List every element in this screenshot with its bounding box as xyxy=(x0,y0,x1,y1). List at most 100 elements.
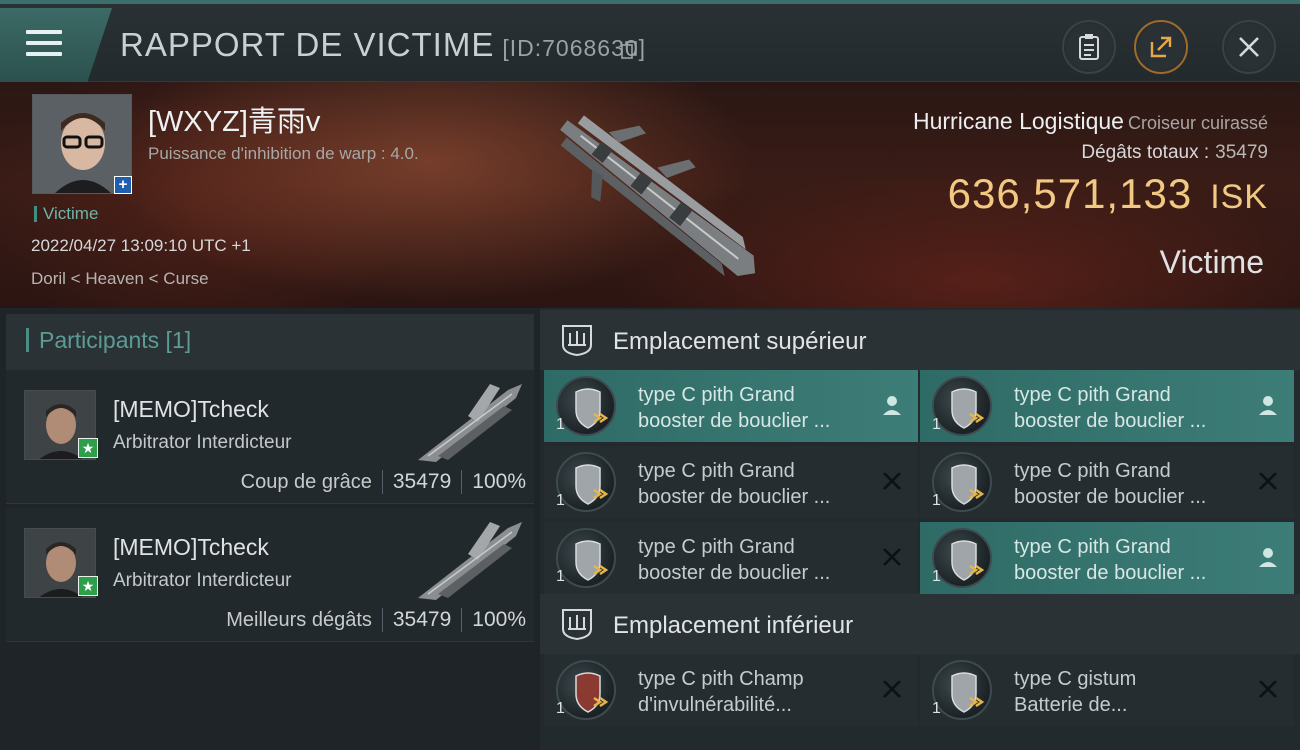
participant-percent: 100% xyxy=(472,608,526,631)
module-icon xyxy=(932,452,992,512)
person-icon xyxy=(1256,393,1280,417)
clipboard-icon xyxy=(1079,34,1099,60)
total-damage-value: 35479 xyxy=(1215,142,1268,163)
module-slot[interactable]: 1 type C pith Grand booster de bouclier ..… xyxy=(920,370,1294,442)
victim-location[interactable]: Doril < Heaven < Curse xyxy=(31,269,209,289)
destroyed-x-icon xyxy=(880,677,904,701)
module-name-line2: Batterie de... xyxy=(1014,694,1128,716)
participant-name[interactable]: [MEMO]Tcheck xyxy=(113,534,269,561)
close-icon xyxy=(1239,37,1259,57)
module-icon xyxy=(556,376,616,436)
module-name-line1: type C pith Grand xyxy=(638,384,795,406)
victim-role-tag: Victime xyxy=(34,205,98,222)
isk-amount: 636,571,133 xyxy=(947,170,1193,217)
top-bar: RAPPORT DE VICTIME [ID:7068630] xyxy=(0,0,1300,82)
module-slot[interactable]: 1 type C pith Grand booster de bouclier ..… xyxy=(920,446,1294,518)
participant-row[interactable]: ★ [MEMO]Tcheck Arbitrator Interdicteur C… xyxy=(6,370,534,504)
module-name: type C pith Grand booster de bouclier ... xyxy=(638,534,858,586)
module-name: type C pith Grand booster de bouclier ... xyxy=(638,458,858,510)
module-quantity: 1 xyxy=(932,568,941,585)
module-name: type C pith Champ d'invulnérabilité... xyxy=(638,666,858,718)
divider xyxy=(461,608,463,632)
module-quantity: 1 xyxy=(556,700,565,717)
participant-name[interactable]: [MEMO]Tcheck xyxy=(113,396,269,423)
destroyed-x-icon xyxy=(1256,677,1280,701)
participant-stats: Meilleurs dégâts 35479 100% xyxy=(226,608,526,632)
participants-title: Participants [1] xyxy=(26,328,191,352)
participant-ship-image xyxy=(418,384,522,462)
module-slot[interactable]: 1 type C pith Grand booster de bouclier ..… xyxy=(920,522,1294,594)
clipboard-button[interactable] xyxy=(1062,20,1116,74)
participants-panel: Participants [1] ★ [MEMO]Tcheck Arbitrat… xyxy=(0,308,540,750)
module-slot[interactable]: 1 type C pith Grand booster de bouclier ..… xyxy=(544,446,918,518)
participant-row[interactable]: ★ [MEMO]Tcheck Arbitrator Interdicteur M… xyxy=(6,508,534,642)
divider xyxy=(381,608,383,632)
share-button[interactable] xyxy=(1134,20,1188,74)
ship-image xyxy=(560,115,756,277)
module-name: type C pith Grand booster de bouclier ... xyxy=(1014,382,1234,434)
isk-unit: ISK xyxy=(1210,178,1268,216)
module-name: type C gistum Batterie de... xyxy=(1014,666,1234,718)
module-name: type C pith Grand booster de bouclier ... xyxy=(638,382,858,434)
destroyed-x-icon xyxy=(880,469,904,493)
module-name: type C pith Grand booster de bouclier ... xyxy=(1014,458,1234,510)
module-icon xyxy=(932,660,992,720)
victim-datetime: 2022/04/27 13:09:10 UTC +1 xyxy=(31,236,251,255)
close-button[interactable] xyxy=(1222,20,1276,74)
participant-ship: Arbitrator Interdicteur xyxy=(113,570,292,591)
participant-stats: Coup de grâce 35479 100% xyxy=(241,470,526,494)
ship-name[interactable]: Hurricane Logistique Croiseur cuirassé xyxy=(913,108,1268,135)
module-name-line1: type C pith Champ xyxy=(638,668,804,690)
module-name-line1: type C pith Grand xyxy=(638,536,795,558)
module-slot[interactable]: 1 type C pith Grand booster de bouclier ..… xyxy=(544,522,918,594)
participant-percent: 100% xyxy=(472,470,526,493)
person-icon xyxy=(1256,545,1280,569)
person-icon xyxy=(880,393,904,417)
fittings-panel: Emplacement supérieur 1 type C pith Grand… xyxy=(540,308,1300,750)
total-damage-label: Dégâts totaux : xyxy=(1081,142,1210,163)
destroyed-x-icon xyxy=(880,545,904,569)
module-name-line1: type C pith Grand xyxy=(1014,460,1171,482)
star-badge-icon: ★ xyxy=(78,576,98,596)
plus-badge-icon: + xyxy=(114,176,132,194)
module-name-line1: type C pith Grand xyxy=(638,460,795,482)
low-slot-icon xyxy=(562,609,592,641)
destroyed-x-icon xyxy=(1256,469,1280,493)
module-name-line2: d'invulnérabilité... xyxy=(638,694,792,716)
page-title-text: RAPPORT DE VICTIME xyxy=(120,26,495,63)
module-slot[interactable]: 1 type C gistum Batterie de... xyxy=(920,654,1294,726)
module-name-line1: type C gistum xyxy=(1014,668,1137,690)
module-name-line1: type C pith Grand xyxy=(1014,384,1171,406)
share-icon xyxy=(1150,36,1172,58)
module-slot[interactable]: 1 type C pith Grand booster de bouclier ..… xyxy=(544,370,918,442)
module-quantity: 1 xyxy=(932,416,941,433)
isk-value: 636,571,133 ISK xyxy=(948,170,1268,218)
page-title: RAPPORT DE VICTIME [ID:7068630] xyxy=(120,26,646,64)
high-slots-header: Emplacement supérieur xyxy=(540,310,1300,370)
victim-name[interactable]: [WXYZ]青雨v xyxy=(148,98,320,140)
victim-banner: + [WXYZ]青雨v Puissance d'inhibition de wa… xyxy=(0,82,1300,308)
hamburger-menu-icon xyxy=(26,30,62,58)
module-name: type C pith Grand booster de bouclier ... xyxy=(1014,534,1234,586)
module-icon xyxy=(556,452,616,512)
victim-status-label: Victime xyxy=(1159,244,1264,280)
star-badge-icon: ★ xyxy=(78,438,98,458)
total-damage: Dégâts totaux :35479 xyxy=(1081,142,1268,164)
ship-class: Croiseur cuirassé xyxy=(1127,113,1268,133)
copy-icon[interactable] xyxy=(621,41,637,59)
module-name-line1: type C pith Grand xyxy=(1014,536,1171,558)
module-quantity: 1 xyxy=(556,416,565,433)
participant-ship-image xyxy=(418,522,522,600)
module-slot[interactable]: 1 type C pith Champ d'invulnérabilité... xyxy=(544,654,918,726)
participants-header[interactable]: Participants [1] xyxy=(6,314,534,370)
module-name-line2: booster de bouclier ... xyxy=(1014,486,1207,508)
module-name-line2: booster de bouclier ... xyxy=(638,486,831,508)
low-slots-title: Emplacement inférieur xyxy=(613,612,854,639)
participant-damage: 35479 xyxy=(392,608,452,631)
menu-button[interactable] xyxy=(0,8,112,82)
low-slots-header: Emplacement inférieur xyxy=(540,594,1300,654)
module-quantity: 1 xyxy=(556,492,565,509)
ship-name-text: Hurricane Logistique xyxy=(913,108,1124,134)
participant-damage: 35479 xyxy=(392,470,452,493)
module-name-line2: booster de bouclier ... xyxy=(638,410,831,432)
